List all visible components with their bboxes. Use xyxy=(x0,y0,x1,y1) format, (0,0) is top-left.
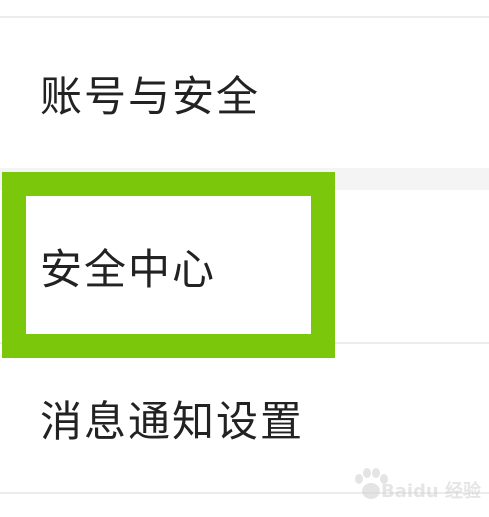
menu-item-label: 账号与安全 xyxy=(40,71,261,121)
menu-item-label: 消息通知设置 xyxy=(40,396,305,446)
section-gap xyxy=(0,168,489,190)
watermark-logo: Baidu 经验 xyxy=(351,467,481,511)
menu-item-label: 安全中心 xyxy=(40,244,217,294)
menu-item-security-center[interactable]: 安全中心 xyxy=(0,190,489,342)
menu-item-account-security[interactable]: 账号与安全 xyxy=(0,18,489,168)
watermark-text: Baidu 经验 xyxy=(380,481,481,502)
